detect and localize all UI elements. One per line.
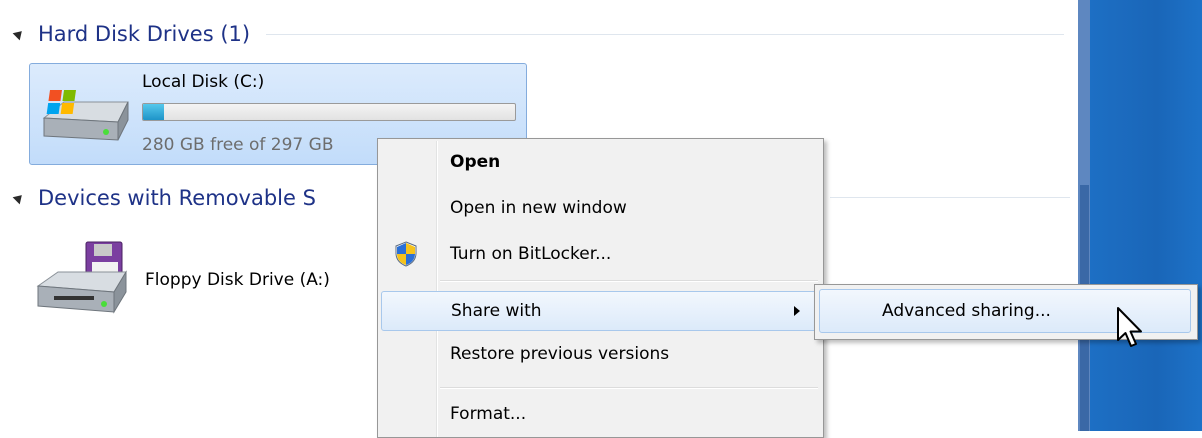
menu-item-label: Turn on BitLocker... [450, 244, 612, 264]
menu-item-label: Advanced sharing... [882, 301, 1051, 321]
context-menu: Open Open in new window Turn on BitLocke… [377, 138, 824, 438]
menu-item-share-with[interactable]: Share with [381, 291, 820, 331]
group-divider [266, 33, 1064, 35]
menu-item-label: Format... [450, 404, 527, 424]
group-divider [830, 197, 1070, 198]
group-header-label: Devices with Removable S [38, 186, 316, 210]
menu-separator [440, 387, 818, 389]
floppy-drive-label[interactable]: Floppy Disk Drive (A:) [145, 270, 330, 290]
collapse-triangle-icon[interactable] [12, 191, 26, 205]
uac-shield-icon [395, 241, 417, 267]
menu-item-open-new-window[interactable]: Open in new window [381, 189, 820, 229]
windows-hard-drive-icon [42, 90, 129, 141]
drive-usage-bar [142, 103, 516, 121]
submenu-arrow-icon [794, 306, 800, 316]
drive-usage-fill [143, 104, 165, 120]
group-header-label: Hard Disk Drives (1) [38, 22, 251, 46]
drive-free-space: 280 GB free of 297 GB [142, 135, 334, 155]
drive-name: Local Disk (C:) [142, 72, 265, 92]
menu-item-label: Restore previous versions [450, 344, 670, 364]
menu-item-label: Share with [451, 301, 542, 321]
menu-item-label: Open in new window [450, 198, 627, 218]
menu-gutter [436, 141, 438, 437]
collapse-triangle-icon[interactable] [12, 27, 26, 41]
menu-item-format[interactable]: Format... [381, 395, 820, 435]
menu-item-turn-on-bitlocker[interactable]: Turn on BitLocker... [381, 235, 820, 275]
menu-item-open[interactable]: Open [381, 143, 820, 183]
menu-item-label: Open [450, 152, 501, 172]
mouse-cursor-icon [1117, 307, 1142, 347]
group-header-removable-devices[interactable]: Devices with Removable S [12, 178, 354, 218]
desktop-background [1090, 0, 1202, 431]
floppy-drive-icon[interactable] [34, 240, 134, 320]
menu-item-restore-previous-versions[interactable]: Restore previous versions [381, 335, 820, 375]
menu-separator [440, 280, 818, 282]
group-header-hard-disk-drives[interactable]: Hard Disk Drives (1) [12, 14, 1064, 54]
